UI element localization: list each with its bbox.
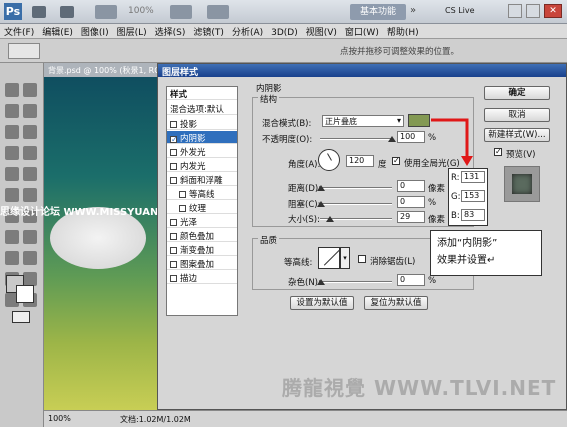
callout-line1: 添加“内阴影” xyxy=(437,238,498,249)
annotation-callout: 添加“内阴影” 效果并设置↵ xyxy=(430,230,542,276)
annotation-arrow xyxy=(431,118,473,166)
site-watermark: 腾龍視覺 WWW.TLVI.NET xyxy=(282,376,557,400)
callout-line2: 效果并设置↵ xyxy=(437,255,496,266)
